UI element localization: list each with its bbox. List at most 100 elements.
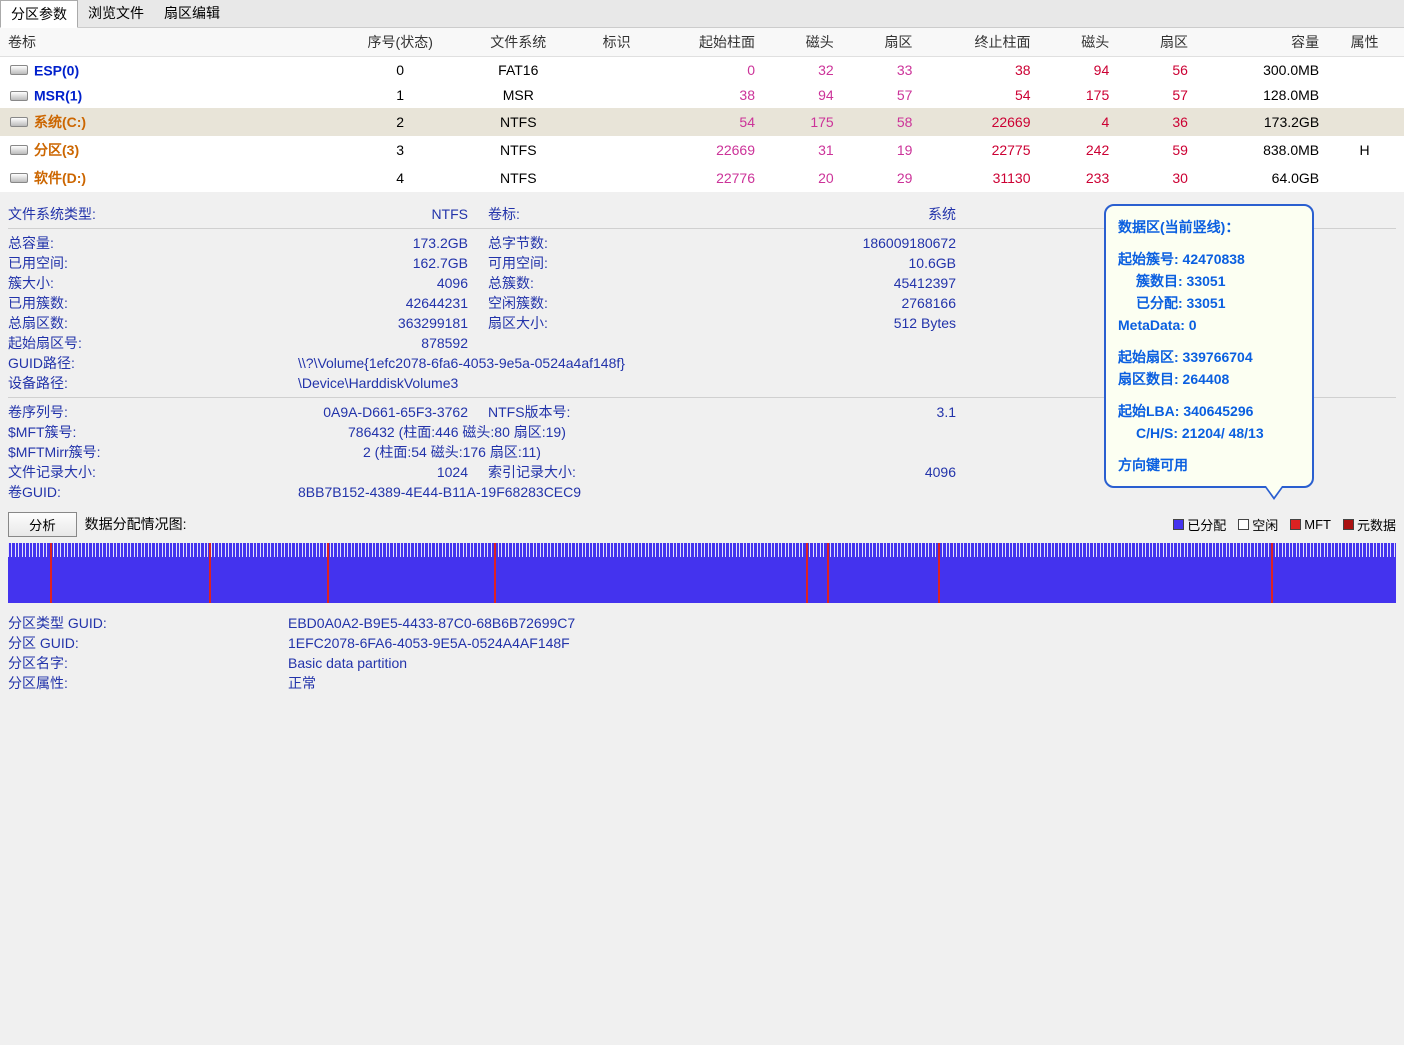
cell-start-head: 32: [761, 57, 840, 83]
cell-start-head: 20: [761, 164, 840, 192]
cell-end-cyl: 22775: [918, 136, 1036, 164]
label-total-capacity: 总容量:: [8, 233, 248, 253]
cell-end-sector: 30: [1115, 164, 1194, 192]
tab-sector-edit[interactable]: 扇区编辑: [154, 0, 230, 27]
cell-start-head: 94: [761, 82, 840, 107]
label-total-sectors: 总扇区数:: [8, 313, 248, 333]
col-filesystem[interactable]: 文件系统: [459, 28, 577, 57]
volume-name: 软件(D:): [34, 170, 86, 186]
cell-attr: [1325, 57, 1404, 83]
cell-end-cyl: 38: [918, 57, 1036, 83]
table-row[interactable]: 系统(C:)2NTFS541755822669436173.2GB: [0, 108, 1404, 136]
col-end-head[interactable]: 磁头: [1037, 28, 1116, 57]
legend-free: 空闲: [1238, 515, 1278, 534]
tooltip-metadata: MetaData: 0: [1118, 314, 1300, 336]
label-file-record-size: 文件记录大小:: [8, 462, 248, 482]
label-total-bytes: 总字节数:: [488, 233, 728, 253]
label-fstype: 文件系统类型:: [8, 204, 248, 224]
col-start-sector[interactable]: 扇区: [840, 28, 919, 57]
allocation-graph[interactable]: [8, 543, 1396, 603]
value-ntfs-version: 3.1: [728, 402, 968, 422]
cell-seq: 2: [341, 108, 459, 136]
cell-fs: FAT16: [459, 57, 577, 83]
col-end-sector[interactable]: 扇区: [1115, 28, 1194, 57]
mft-marker: [938, 543, 940, 603]
disk-icon: [10, 173, 28, 183]
cell-end-head: 242: [1037, 136, 1116, 164]
table-row[interactable]: ESP(0)0FAT1603233389456300.0MB: [0, 57, 1404, 83]
cell-seq: 0: [341, 57, 459, 83]
tooltip-cluster-count: 簇数目: 33051: [1118, 270, 1300, 292]
cell-start-sector: 19: [840, 136, 919, 164]
col-attr[interactable]: 属性: [1325, 28, 1404, 57]
mft-marker: [327, 543, 329, 603]
value-total-clusters: 45412397: [728, 273, 968, 293]
legend: 已分配 空闲 MFT 元数据: [1173, 515, 1396, 534]
partition-info: 分区类型 GUID: EBD0A0A2-B9E5-4433-87C0-68B6B…: [0, 609, 1404, 713]
analyze-button[interactable]: 分析: [8, 512, 77, 537]
tooltip-start-lba: 起始LBA: 340645296: [1118, 400, 1300, 422]
cell-end-cyl: 22669: [918, 108, 1036, 136]
table-row[interactable]: 软件(D:)4NTFS227762029311302333064.0GB: [0, 164, 1404, 192]
label-start-sector-no: 起始扇区号:: [8, 333, 248, 353]
analyze-bar: 分析 数据分配情况图: 已分配 空闲 MFT 元数据: [0, 506, 1404, 543]
filesystem-details: 文件系统类型: NTFS 卷标: 系统 总容量: 173.2GB 总字节数: 1…: [0, 192, 1404, 506]
value-mft-cluster: 786432 (柱面:446 磁头:80 扇区:19): [348, 422, 566, 442]
cell-end-sector: 57: [1115, 82, 1194, 107]
cell-capacity: 300.0MB: [1194, 57, 1325, 83]
legend-mft: MFT: [1290, 515, 1331, 534]
mft-marker: [1271, 543, 1273, 603]
partition-table: 卷标 序号(状态) 文件系统 标识 起始柱面 磁头 扇区 终止柱面 磁头 扇区 …: [0, 28, 1404, 192]
cell-fs: MSR: [459, 82, 577, 107]
cell-fs: NTFS: [459, 136, 577, 164]
cell-flag: [577, 164, 656, 192]
legend-allocated: 已分配: [1173, 515, 1226, 534]
value-partition-attr: 正常: [288, 673, 316, 693]
label-device-path: 设备路径:: [8, 373, 248, 393]
cell-start-head: 31: [761, 136, 840, 164]
legend-metadata: 元数据: [1343, 515, 1396, 534]
label-used-clusters: 已用簇数:: [8, 293, 248, 313]
label-volume-guid: 卷GUID:: [8, 482, 248, 502]
col-seq-state[interactable]: 序号(状态): [341, 28, 459, 57]
cell-start-cyl: 0: [656, 57, 761, 83]
tab-browse-files[interactable]: 浏览文件: [78, 0, 154, 27]
label-cluster-size: 簇大小:: [8, 273, 248, 293]
tooltip-start-cluster: 起始簇号: 42470838: [1118, 248, 1300, 270]
col-volume-label[interactable]: 卷标: [0, 28, 341, 57]
cell-fs: NTFS: [459, 164, 577, 192]
table-row[interactable]: MSR(1)1MSR3894575417557128.0MB: [0, 82, 1404, 107]
table-row[interactable]: 分区(3)3NTFS2266931192277524259838.0MBH: [0, 136, 1404, 164]
cursor-info-tooltip: 数据区(当前竖线)： 起始簇号: 42470838 簇数目: 33051 已分配…: [1104, 204, 1314, 488]
value-free-clusters: 2768166: [728, 293, 968, 313]
cell-end-head: 4: [1037, 108, 1116, 136]
cell-end-head: 94: [1037, 57, 1116, 83]
col-start-cyl[interactable]: 起始柱面: [656, 28, 761, 57]
mft-marker: [209, 543, 211, 603]
label-free-clusters: 空闲簇数:: [488, 293, 728, 313]
label-partition-type-guid: 分区类型 GUID:: [8, 613, 288, 633]
value-total-capacity: 173.2GB: [248, 233, 488, 253]
value-used-clusters: 42644231: [248, 293, 488, 313]
mft-marker: [806, 543, 808, 603]
cell-seq: 4: [341, 164, 459, 192]
volume-name: 系统(C:): [34, 114, 86, 130]
label-vollabel: 卷标:: [488, 204, 728, 224]
cell-seq: 1: [341, 82, 459, 107]
volume-name: ESP(0): [34, 62, 79, 78]
col-capacity[interactable]: 容量: [1194, 28, 1325, 57]
cell-attr: H: [1325, 136, 1404, 164]
col-flag[interactable]: 标识: [577, 28, 656, 57]
tab-partition-params[interactable]: 分区参数: [0, 0, 78, 28]
tab-bar: 分区参数 浏览文件 扇区编辑: [0, 0, 1404, 28]
value-sector-size: 512 Bytes: [728, 313, 968, 333]
cell-end-sector: 59: [1115, 136, 1194, 164]
tooltip-allocated: 已分配: 33051: [1118, 292, 1300, 314]
col-end-cyl[interactable]: 终止柱面: [918, 28, 1036, 57]
cell-flag: [577, 136, 656, 164]
label-mftmirr-cluster: $MFTMirr簇号:: [8, 442, 248, 462]
cell-attr: [1325, 164, 1404, 192]
disk-icon: [10, 91, 28, 101]
value-used-space: 162.7GB: [248, 253, 488, 273]
col-start-head[interactable]: 磁头: [761, 28, 840, 57]
